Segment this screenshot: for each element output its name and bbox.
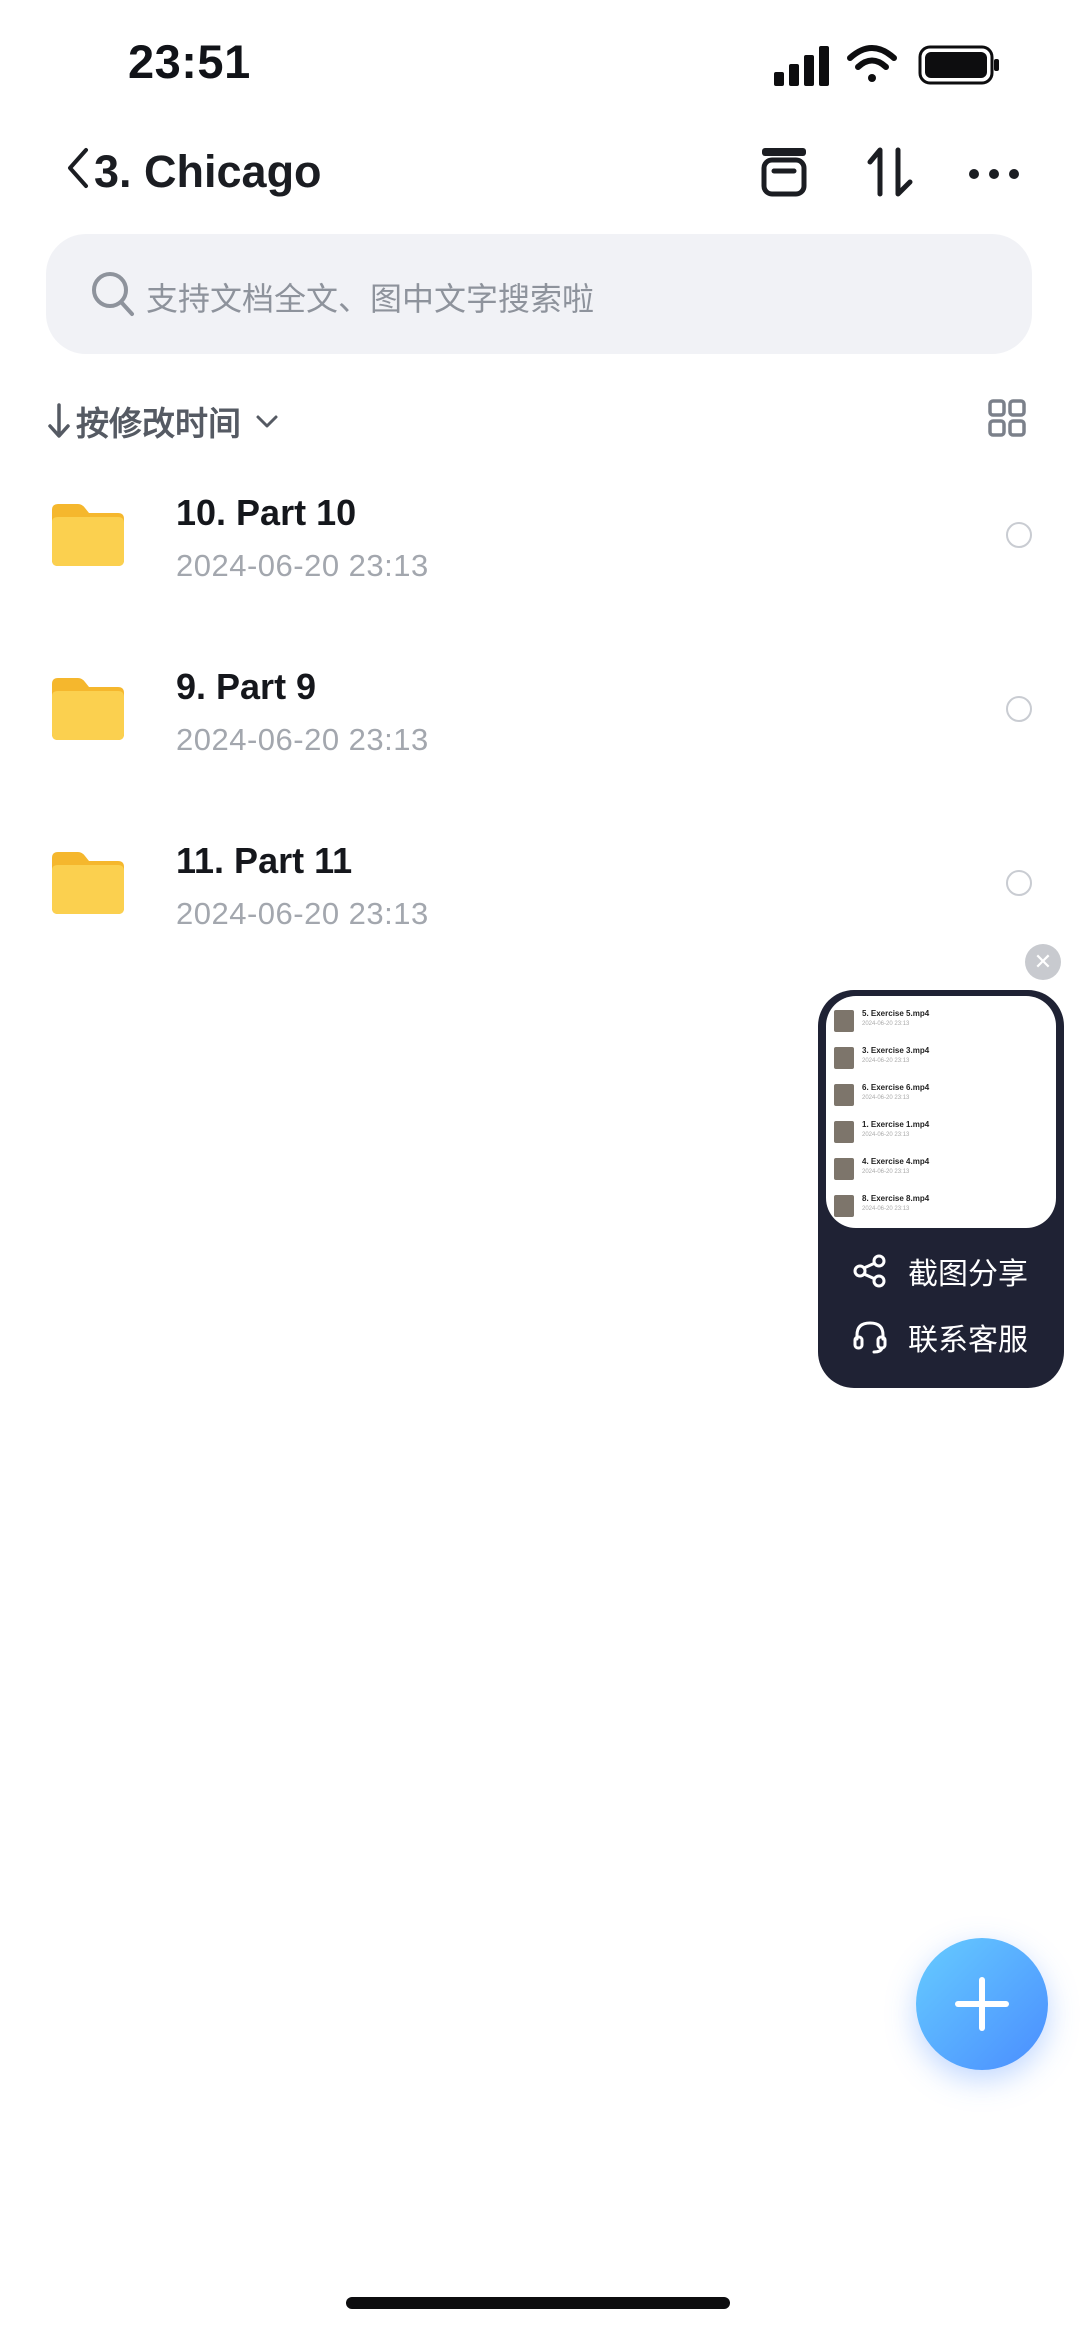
- preview-item: 5. Exercise 5.mp4 2024-06-20 23:13: [826, 1000, 1056, 1037]
- sort-label: 按修改时间: [76, 405, 241, 442]
- folder-icon: [52, 678, 124, 740]
- signal-icon: [774, 46, 829, 86]
- preview-item-name: 5. Exercise 5.mp4: [862, 1009, 930, 1018]
- select-checkbox[interactable]: [1006, 870, 1032, 896]
- search-placeholder: 支持文档全文、图中文字搜索啦: [146, 281, 595, 317]
- sort-toggle-icon[interactable]: [858, 140, 922, 204]
- wifi-icon: [847, 45, 897, 82]
- preview-item: 4. Exercise 4.mp4 2024-06-20 23:13: [826, 1148, 1056, 1185]
- archive-icon[interactable]: [752, 140, 816, 204]
- preview-item-date: 2024-06-20 23:13: [862, 1095, 910, 1101]
- preview-item-date: 2024-06-20 23:13: [862, 1021, 910, 1027]
- preview-item: 8. Exercise 8.mp4 2024-06-20 23:13: [826, 1185, 1056, 1222]
- battery-icon: [918, 45, 999, 85]
- status-time: 23:51: [128, 35, 251, 88]
- preview-item-date: 2024-06-20 23:13: [862, 1206, 910, 1212]
- plus-icon: [955, 1977, 1009, 2031]
- back-icon[interactable]: [62, 140, 98, 196]
- arrow-down-icon: [48, 403, 70, 438]
- preview-item-date: 2024-06-20 23:13: [862, 1058, 910, 1064]
- video-thumbnail: [834, 1047, 854, 1069]
- add-button[interactable]: [916, 1938, 1048, 2070]
- share-icon: [853, 1254, 886, 1288]
- preview-item-name: 4. Exercise 4.mp4: [862, 1157, 930, 1166]
- file-date: 2024-06-20 23:13: [176, 896, 429, 931]
- widget-close-button[interactable]: ✕: [1025, 944, 1061, 980]
- preview-item: 3. Exercise 3.mp4 2024-06-20 23:13: [826, 1037, 1056, 1074]
- preview-item-date: 2024-06-20 23:13: [862, 1169, 910, 1175]
- folder-icon: [52, 852, 124, 914]
- more-icon[interactable]: [962, 140, 1026, 204]
- file-name: 9. Part 9: [176, 666, 317, 707]
- preview-item-name: 6. Exercise 6.mp4: [862, 1083, 930, 1092]
- status-icons: [772, 40, 1002, 90]
- video-thumbnail: [834, 1010, 854, 1032]
- page-title: 3. Chicago: [94, 146, 322, 197]
- preview-item-name: 8. Exercise 8.mp4: [862, 1194, 930, 1203]
- preview-item-name: 3. Exercise 3.mp4: [862, 1046, 930, 1055]
- folder-icon: [52, 504, 124, 566]
- share-label: 截图分享: [908, 1258, 1028, 1291]
- video-thumbnail: [834, 1121, 854, 1143]
- search-icon: [90, 270, 136, 318]
- sort-dropdown[interactable]: 按修改时间: [46, 396, 281, 446]
- preview-item-name: 1. Exercise 1.mp4: [862, 1120, 930, 1129]
- screenshot-share-button[interactable]: 截图分享: [852, 1244, 1028, 1298]
- video-thumbnail: [834, 1084, 854, 1106]
- headset-icon: [853, 1321, 887, 1354]
- preview-item: 1. Exercise 1.mp4 2024-06-20 23:13: [826, 1111, 1056, 1148]
- select-checkbox[interactable]: [1006, 696, 1032, 722]
- screenshot-preview[interactable]: 5. Exercise 5.mp4 2024-06-20 23:13 3. Ex…: [826, 996, 1056, 1228]
- select-checkbox[interactable]: [1006, 522, 1032, 548]
- grid-view-icon[interactable]: [987, 398, 1027, 438]
- chevron-down-icon: [256, 415, 278, 428]
- support-label: 联系客服: [908, 1324, 1028, 1357]
- video-thumbnail: [834, 1158, 854, 1180]
- list-item[interactable]: 11. Part 11 2024-06-20 23:13: [0, 812, 1080, 986]
- preview-item: 6. Exercise 6.mp4 2024-06-20 23:13: [826, 1074, 1056, 1111]
- video-thumbnail: [834, 1195, 854, 1217]
- preview-item-date: 2024-06-20 23:13: [862, 1132, 910, 1138]
- file-name: 11. Part 11: [176, 840, 353, 881]
- list-item[interactable]: 10. Part 10 2024-06-20 23:13: [0, 464, 1080, 638]
- file-date: 2024-06-20 23:13: [176, 722, 429, 757]
- list-item[interactable]: 9. Part 9 2024-06-20 23:13: [0, 638, 1080, 812]
- file-date: 2024-06-20 23:13: [176, 548, 429, 583]
- contact-support-button[interactable]: 联系客服: [852, 1310, 1028, 1364]
- home-indicator: [346, 2297, 730, 2309]
- file-name: 10. Part 10: [176, 492, 357, 533]
